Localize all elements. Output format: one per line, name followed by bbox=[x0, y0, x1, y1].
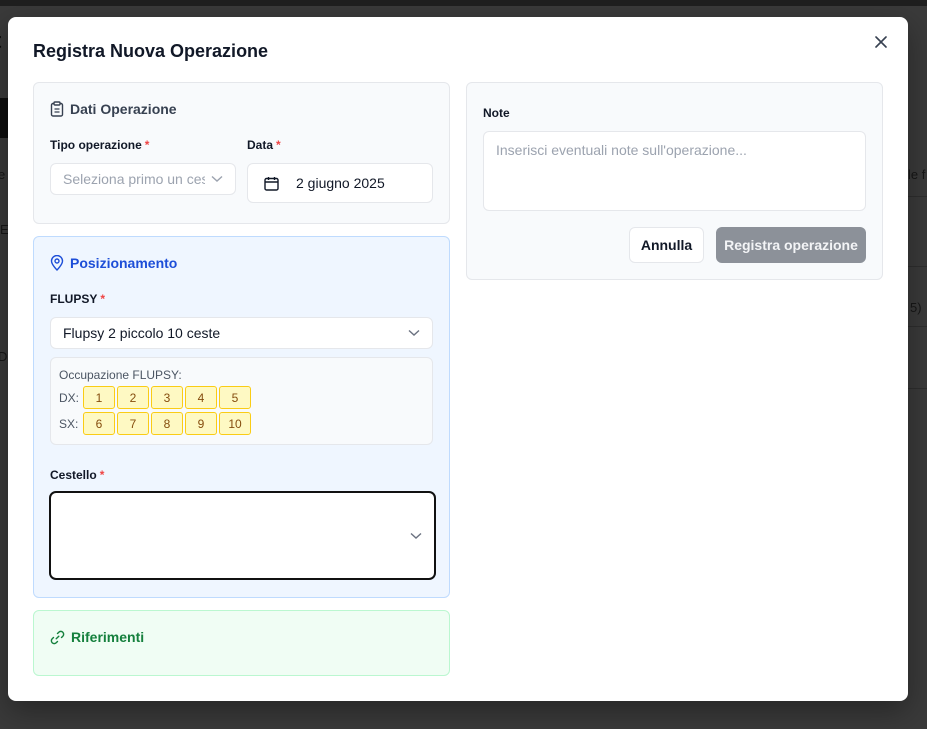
background-topbar bbox=[0, 0, 927, 6]
posizionamento-header: Posizionamento bbox=[50, 255, 177, 271]
chevron-down-icon bbox=[211, 175, 223, 182]
required-mark: * bbox=[99, 468, 105, 482]
cestello-label: Cestello * bbox=[50, 468, 104, 482]
riferimenti-header: Riferimenti bbox=[50, 629, 144, 645]
dati-operazione-header: Dati Operazione bbox=[50, 101, 177, 117]
required-mark: * bbox=[144, 138, 150, 152]
basket-position-cell[interactable]: 3 bbox=[151, 386, 183, 409]
occupancy-title: Occupazione FLUPSY: bbox=[59, 368, 182, 382]
note-textarea[interactable]: Inserisci eventuali note sull'operazione… bbox=[483, 131, 866, 211]
calendar-icon bbox=[264, 176, 279, 191]
basket-position-cell[interactable]: 2 bbox=[117, 386, 149, 409]
date-picker-button[interactable]: 2 giugno 2025 bbox=[247, 163, 433, 203]
note-section: Note Inserisci eventuali note sull'opera… bbox=[466, 82, 883, 280]
clipboard-icon bbox=[50, 101, 64, 117]
chevron-down-icon bbox=[408, 329, 420, 336]
dati-operazione-section: Dati Operazione Tipo operazione * Selezio… bbox=[33, 82, 450, 224]
riferimenti-section: Riferimenti bbox=[33, 610, 450, 676]
basket-position-cell[interactable]: 10 bbox=[219, 412, 251, 435]
register-operation-button[interactable]: Registra operazione bbox=[716, 227, 866, 263]
occupancy-row-dx: DX: 1 2 3 4 5 bbox=[59, 386, 253, 409]
data-label: Data * bbox=[247, 138, 281, 152]
basket-position-cell[interactable]: 9 bbox=[185, 412, 217, 435]
register-operation-dialog: Registra Nuova Operazione Dati Operazion… bbox=[8, 17, 908, 701]
note-label: Note bbox=[483, 106, 510, 120]
tipo-operazione-label-text: Tipo operazione bbox=[50, 138, 142, 152]
tipo-operazione-select[interactable]: Seleziona primo un cestello bbox=[50, 163, 236, 195]
dialog-title: Registra Nuova Operazione bbox=[33, 41, 269, 61]
required-mark: * bbox=[100, 292, 106, 306]
basket-position-cell[interactable]: 6 bbox=[83, 412, 115, 435]
cestello-label-text: Cestello bbox=[50, 468, 97, 482]
chevron-down-icon bbox=[410, 532, 422, 539]
flupsy-value: Flupsy 2 piccolo 10 ceste bbox=[63, 325, 221, 341]
row-label: SX: bbox=[59, 416, 79, 431]
basket-position-cell[interactable]: 5 bbox=[219, 386, 251, 409]
row-label: DX: bbox=[59, 390, 80, 405]
required-mark: * bbox=[276, 138, 281, 152]
link-icon bbox=[50, 630, 65, 644]
close-button[interactable] bbox=[872, 33, 890, 51]
basket-position-cell[interactable]: 4 bbox=[185, 386, 217, 409]
occupancy-row-sx: SX: 6 7 8 9 10 bbox=[59, 412, 253, 435]
data-label-text: Data bbox=[247, 138, 274, 152]
tipo-operazione-label: Tipo operazione * bbox=[50, 138, 149, 152]
dati-operazione-title: Dati Operazione bbox=[70, 101, 177, 117]
map-pin-icon bbox=[50, 255, 64, 271]
posizionamento-section: Posizionamento FLUPSY * Flupsy 2 piccolo … bbox=[33, 236, 450, 598]
cancel-button[interactable]: Annulla bbox=[629, 227, 704, 263]
date-value: 2 giugno 2025 bbox=[296, 175, 385, 191]
posizionamento-title: Posizionamento bbox=[70, 255, 178, 271]
basket-position-cell[interactable]: 8 bbox=[151, 412, 183, 435]
basket-position-cell[interactable]: 7 bbox=[117, 412, 149, 435]
tipo-operazione-placeholder: Seleziona primo un cestello bbox=[63, 171, 205, 187]
flupsy-occupancy-panel: Occupazione FLUPSY: DX: 1 2 3 4 5 SX: 6 … bbox=[50, 357, 433, 445]
close-icon bbox=[875, 36, 887, 48]
cestello-select[interactable] bbox=[49, 491, 436, 580]
riferimenti-title: Riferimenti bbox=[71, 629, 145, 645]
flupsy-label: FLUPSY * bbox=[50, 292, 105, 306]
flupsy-select[interactable]: Flupsy 2 piccolo 10 ceste bbox=[50, 317, 433, 349]
basket-position-cell[interactable]: 1 bbox=[83, 386, 115, 409]
flupsy-label-text: FLUPSY bbox=[50, 292, 98, 306]
